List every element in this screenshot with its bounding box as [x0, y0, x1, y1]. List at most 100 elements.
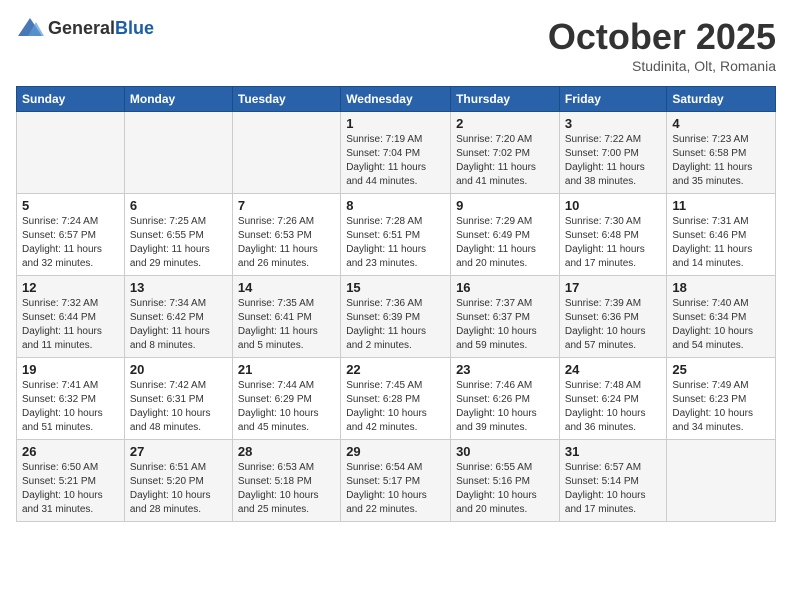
day-number: 16	[456, 280, 554, 295]
calendar-cell: 27Sunrise: 6:51 AM Sunset: 5:20 PM Dayli…	[124, 440, 232, 522]
day-number: 15	[346, 280, 445, 295]
calendar-body: 1 Sunrise: 7:19 AM Sunset: 7:04 PM Daylig…	[17, 112, 776, 522]
calendar-cell: 10 Sunrise: 7:30 AM Sunset: 6:48 PM Dayli…	[559, 194, 666, 276]
day-number: 10	[565, 198, 661, 213]
day-number: 4	[672, 116, 770, 131]
day-info: Sunrise: 7:48 AM Sunset: 6:24 PM Dayligh…	[565, 379, 661, 435]
logo-general: General	[48, 18, 115, 38]
day-number: 26	[22, 444, 119, 459]
header-cell-friday: Friday	[559, 87, 666, 112]
week-row-2: 5 Sunrise: 7:24 AM Sunset: 6:57 PM Daylig…	[17, 194, 776, 276]
day-number: 8	[346, 198, 445, 213]
calendar-cell: 14 Sunrise: 7:35 AM Sunset: 6:41 PM Dayli…	[232, 276, 340, 358]
calendar-table: SundayMondayTuesdayWednesdayThursdayFrid…	[16, 86, 776, 522]
day-number: 14	[238, 280, 335, 295]
calendar-cell: 26 Sunrise: 6:50 AM Sunset: 5:21 PM Dayli…	[17, 440, 125, 522]
calendar-cell: 5 Sunrise: 7:24 AM Sunset: 6:57 PM Daylig…	[17, 194, 125, 276]
calendar-cell: 25Sunrise: 7:49 AM Sunset: 6:23 PM Dayli…	[667, 358, 776, 440]
day-number: 29	[346, 444, 445, 459]
day-info: Sunrise: 7:24 AM Sunset: 6:57 PM Dayligh…	[22, 215, 119, 271]
day-number: 19	[22, 362, 119, 377]
calendar-cell: 30 Sunrise: 6:55 AM Sunset: 5:16 PM Dayli…	[451, 440, 560, 522]
month-title: October 2025	[548, 16, 776, 58]
logo-icon	[16, 16, 44, 40]
calendar-cell: 17 Sunrise: 7:39 AM Sunset: 6:36 PM Dayli…	[559, 276, 666, 358]
calendar-cell: 31Sunrise: 6:57 AM Sunset: 5:14 PM Dayli…	[559, 440, 666, 522]
calendar-cell: 15Sunrise: 7:36 AM Sunset: 6:39 PM Dayli…	[341, 276, 451, 358]
day-info: Sunrise: 7:25 AM Sunset: 6:55 PM Dayligh…	[130, 215, 227, 271]
logo: GeneralBlue	[16, 16, 154, 40]
day-info: Sunrise: 7:46 AM Sunset: 6:26 PM Dayligh…	[456, 379, 554, 435]
header-cell-thursday: Thursday	[451, 87, 560, 112]
calendar-cell: 4 Sunrise: 7:23 AM Sunset: 6:58 PM Daylig…	[667, 112, 776, 194]
day-number: 28	[238, 444, 335, 459]
day-info: Sunrise: 7:40 AM Sunset: 6:34 PM Dayligh…	[672, 297, 770, 353]
day-number: 13	[130, 280, 227, 295]
day-number: 3	[565, 116, 661, 131]
calendar-cell: 16 Sunrise: 7:37 AM Sunset: 6:37 PM Dayli…	[451, 276, 560, 358]
day-number: 11	[672, 198, 770, 213]
day-info: Sunrise: 7:45 AM Sunset: 6:28 PM Dayligh…	[346, 379, 445, 435]
day-number: 27	[130, 444, 227, 459]
day-info: Sunrise: 7:20 AM Sunset: 7:02 PM Dayligh…	[456, 133, 554, 189]
day-info: Sunrise: 7:42 AM Sunset: 6:31 PM Dayligh…	[130, 379, 227, 435]
calendar-cell: 19Sunrise: 7:41 AM Sunset: 6:32 PM Dayli…	[17, 358, 125, 440]
header-row: SundayMondayTuesdayWednesdayThursdayFrid…	[17, 87, 776, 112]
day-info: Sunrise: 6:54 AM Sunset: 5:17 PM Dayligh…	[346, 461, 445, 517]
calendar-cell: 29 Sunrise: 6:54 AM Sunset: 5:17 PM Dayli…	[341, 440, 451, 522]
calendar-cell: 24 Sunrise: 7:48 AM Sunset: 6:24 PM Dayli…	[559, 358, 666, 440]
day-info: Sunrise: 7:19 AM Sunset: 7:04 PM Dayligh…	[346, 133, 445, 189]
day-number: 17	[565, 280, 661, 295]
calendar-cell: 2 Sunrise: 7:20 AM Sunset: 7:02 PM Daylig…	[451, 112, 560, 194]
calendar-cell: 8 Sunrise: 7:28 AM Sunset: 6:51 PM Daylig…	[341, 194, 451, 276]
day-info: Sunrise: 7:23 AM Sunset: 6:58 PM Dayligh…	[672, 133, 770, 189]
calendar-cell	[232, 112, 340, 194]
day-number: 9	[456, 198, 554, 213]
title-block: October 2025 Studinita, Olt, Romania	[548, 16, 776, 74]
calendar-cell: 20 Sunrise: 7:42 AM Sunset: 6:31 PM Dayli…	[124, 358, 232, 440]
day-number: 20	[130, 362, 227, 377]
day-info: Sunrise: 7:44 AM Sunset: 6:29 PM Dayligh…	[238, 379, 335, 435]
day-number: 22	[346, 362, 445, 377]
calendar-cell: 13Sunrise: 7:34 AM Sunset: 6:42 PM Dayli…	[124, 276, 232, 358]
calendar-cell	[667, 440, 776, 522]
day-info: Sunrise: 7:35 AM Sunset: 6:41 PM Dayligh…	[238, 297, 335, 353]
day-number: 7	[238, 198, 335, 213]
calendar-cell: 28Sunrise: 6:53 AM Sunset: 5:18 PM Dayli…	[232, 440, 340, 522]
calendar-header: SundayMondayTuesdayWednesdayThursdayFrid…	[17, 87, 776, 112]
day-info: Sunrise: 6:50 AM Sunset: 5:21 PM Dayligh…	[22, 461, 119, 517]
calendar-cell: 12 Sunrise: 7:32 AM Sunset: 6:44 PM Dayli…	[17, 276, 125, 358]
day-info: Sunrise: 7:32 AM Sunset: 6:44 PM Dayligh…	[22, 297, 119, 353]
day-number: 18	[672, 280, 770, 295]
calendar-cell: 6 Sunrise: 7:25 AM Sunset: 6:55 PM Daylig…	[124, 194, 232, 276]
day-number: 21	[238, 362, 335, 377]
calendar-cell	[124, 112, 232, 194]
day-info: Sunrise: 7:30 AM Sunset: 6:48 PM Dayligh…	[565, 215, 661, 271]
logo-text: GeneralBlue	[48, 18, 154, 39]
day-number: 24	[565, 362, 661, 377]
day-number: 2	[456, 116, 554, 131]
calendar-cell: 22 Sunrise: 7:45 AM Sunset: 6:28 PM Dayli…	[341, 358, 451, 440]
day-info: Sunrise: 7:28 AM Sunset: 6:51 PM Dayligh…	[346, 215, 445, 271]
day-number: 12	[22, 280, 119, 295]
header-cell-saturday: Saturday	[667, 87, 776, 112]
calendar-cell	[17, 112, 125, 194]
day-info: Sunrise: 7:49 AM Sunset: 6:23 PM Dayligh…	[672, 379, 770, 435]
day-info: Sunrise: 7:39 AM Sunset: 6:36 PM Dayligh…	[565, 297, 661, 353]
day-number: 5	[22, 198, 119, 213]
day-number: 6	[130, 198, 227, 213]
header-cell-sunday: Sunday	[17, 87, 125, 112]
calendar-cell: 3 Sunrise: 7:22 AM Sunset: 7:00 PM Daylig…	[559, 112, 666, 194]
day-info: Sunrise: 7:29 AM Sunset: 6:49 PM Dayligh…	[456, 215, 554, 271]
location-subtitle: Studinita, Olt, Romania	[548, 58, 776, 74]
day-number: 1	[346, 116, 445, 131]
header-cell-wednesday: Wednesday	[341, 87, 451, 112]
calendar-cell: 9 Sunrise: 7:29 AM Sunset: 6:49 PM Daylig…	[451, 194, 560, 276]
header-cell-monday: Monday	[124, 87, 232, 112]
day-info: Sunrise: 6:55 AM Sunset: 5:16 PM Dayligh…	[456, 461, 554, 517]
week-row-4: 19Sunrise: 7:41 AM Sunset: 6:32 PM Dayli…	[17, 358, 776, 440]
day-info: Sunrise: 7:22 AM Sunset: 7:00 PM Dayligh…	[565, 133, 661, 189]
day-info: Sunrise: 7:37 AM Sunset: 6:37 PM Dayligh…	[456, 297, 554, 353]
day-info: Sunrise: 7:26 AM Sunset: 6:53 PM Dayligh…	[238, 215, 335, 271]
day-number: 30	[456, 444, 554, 459]
